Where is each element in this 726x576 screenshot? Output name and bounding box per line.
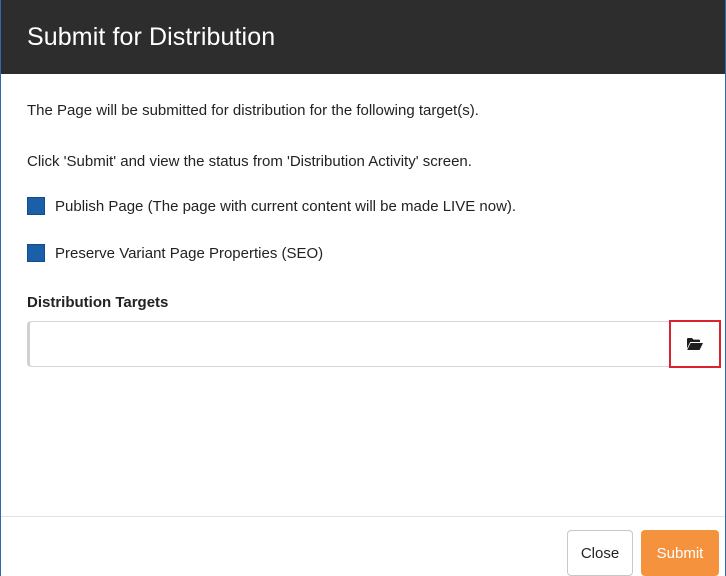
publish-page-label: Publish Page (The page with current cont… <box>55 197 517 215</box>
footer-divider <box>1 516 725 517</box>
preserve-variant-checkbox[interactable] <box>27 244 45 262</box>
instruction-text: Click 'Submit' and view the status from … <box>27 153 472 170</box>
distribution-targets-label: Distribution Targets <box>27 294 169 311</box>
dialog-footer: Close Submit <box>567 530 719 576</box>
browse-targets-button[interactable] <box>669 320 721 368</box>
distribution-targets-input[interactable] <box>30 322 669 366</box>
publish-page-checkbox[interactable] <box>27 197 45 215</box>
submit-distribution-dialog: Submit for Distribution The Page will be… <box>0 0 726 576</box>
dialog-header: Submit for Distribution <box>1 0 725 74</box>
dialog-title: Submit for Distribution <box>27 22 276 51</box>
folder-open-icon <box>687 338 703 350</box>
preserve-variant-option[interactable]: Preserve Variant Page Properties (SEO) <box>27 244 323 262</box>
preserve-variant-label: Preserve Variant Page Properties (SEO) <box>55 244 324 262</box>
distribution-targets-field <box>27 320 721 368</box>
submit-button[interactable]: Submit <box>641 530 719 576</box>
close-button[interactable]: Close <box>567 530 633 576</box>
intro-text: The Page will be submitted for distribut… <box>27 102 479 119</box>
publish-page-option[interactable]: Publish Page (The page with current cont… <box>27 197 516 215</box>
